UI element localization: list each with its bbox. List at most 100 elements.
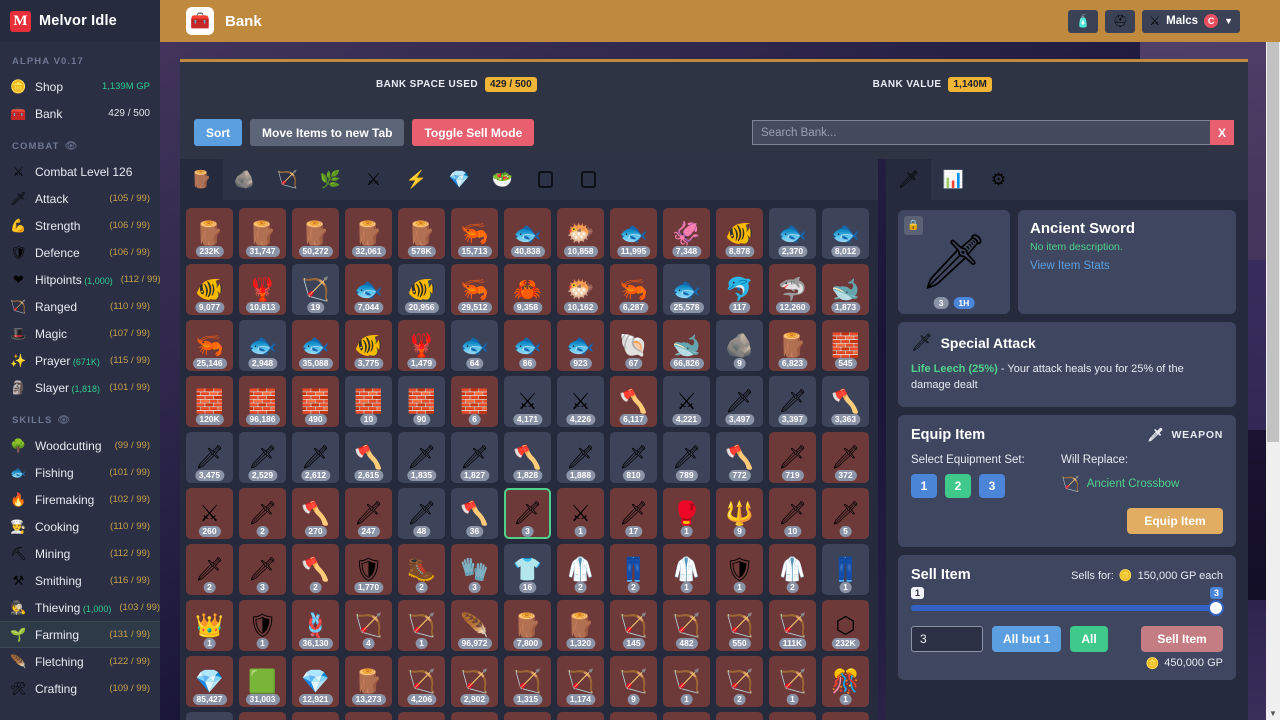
- bank-item-cell[interactable]: 🧱 6: [451, 376, 498, 427]
- bank-item-cell[interactable]: 🐟 923: [557, 320, 604, 371]
- bank-item-cell[interactable]: 🦐 29,512: [451, 264, 498, 315]
- bank-item-cell[interactable]: 👖 2: [610, 544, 657, 595]
- bank-item-cell[interactable]: 👕 16: [504, 544, 551, 595]
- equipment-set-2[interactable]: 2: [945, 473, 971, 498]
- bank-item-cell[interactable]: 🦞 10,813: [239, 264, 286, 315]
- bank-item-cell[interactable]: [186, 712, 233, 720]
- bank-item-cell[interactable]: 🛡 1: [716, 544, 763, 595]
- bank-item-cell[interactable]: 🐠 20,956: [398, 264, 445, 315]
- tab-ores[interactable]: 🪨: [223, 159, 266, 200]
- bank-item-cell[interactable]: 🥾 2: [398, 544, 445, 595]
- bank-item-cell[interactable]: 🦀 9,358: [504, 264, 551, 315]
- bank-item-cell[interactable]: 🧱 545: [822, 320, 869, 371]
- bank-item-cell[interactable]: 🪵 7,800: [504, 600, 551, 651]
- tab-food[interactable]: 🥗: [481, 159, 524, 200]
- bank-item-cell[interactable]: 🗡 789: [663, 432, 710, 483]
- bank-item-cell[interactable]: [610, 712, 657, 720]
- tab-empty-1[interactable]: [524, 159, 567, 200]
- bank-item-cell[interactable]: [398, 712, 445, 720]
- bank-item-cell[interactable]: 🐟 25,578: [663, 264, 710, 315]
- bank-item-cell[interactable]: [504, 712, 551, 720]
- bank-item-cell[interactable]: [822, 712, 869, 720]
- bank-item-cell[interactable]: 🗡 17: [610, 488, 657, 539]
- tab-stats[interactable]: 📊: [931, 159, 976, 200]
- all-button[interactable]: All: [1070, 625, 1108, 652]
- bank-item-cell[interactable]: 🪓 2: [292, 544, 339, 595]
- bank-item-cell[interactable]: [769, 712, 816, 720]
- sidebar-item-prayer[interactable]: ✨ Prayer (671K) (115 / 99): [0, 347, 160, 374]
- tab-empty-2[interactable]: [567, 159, 610, 200]
- view-item-stats-link[interactable]: View Item Stats: [1030, 260, 1224, 272]
- bank-item-cell[interactable]: 🛡 1,770: [345, 544, 392, 595]
- equipment-set-3[interactable]: 3: [979, 473, 1005, 498]
- clear-search-button[interactable]: X: [1210, 120, 1234, 145]
- bank-item-cell[interactable]: 🟩 31,003: [239, 656, 286, 707]
- bank-item-cell[interactable]: 🐚 67: [610, 320, 657, 371]
- bank-item-cell[interactable]: 🦐 15,713: [451, 208, 498, 259]
- sidebar-item-smithing[interactable]: ⚒ Smithing (116 / 99): [0, 567, 160, 594]
- bank-item-cell[interactable]: 🗡 3,475: [186, 432, 233, 483]
- sidebar-item-bank[interactable]: 🧰 Bank 429 / 500: [0, 100, 160, 127]
- tab-herbs[interactable]: 🌿: [309, 159, 352, 200]
- bank-item-cell[interactable]: 🥼 2: [557, 544, 604, 595]
- bank-item-cell[interactable]: 🐡 10,858: [557, 208, 604, 259]
- sidebar-item-magic[interactable]: 🎩 Magic (107 / 99): [0, 320, 160, 347]
- bank-item-cell[interactable]: [663, 712, 710, 720]
- bank-item-cell[interactable]: 🧱 490: [292, 376, 339, 427]
- bank-item-cell[interactable]: 💎 12,921: [292, 656, 339, 707]
- bank-item-cell[interactable]: 🪓 2,615: [345, 432, 392, 483]
- bank-item-cell[interactable]: 🪓 270: [292, 488, 339, 539]
- bank-item-cell[interactable]: 🗡 372: [822, 432, 869, 483]
- bank-item-cell[interactable]: 🐠 8,878: [716, 208, 763, 259]
- bank-item-cell[interactable]: 🔱 9: [716, 488, 763, 539]
- bank-item-cell[interactable]: 🪨 9: [716, 320, 763, 371]
- scroll-down-arrow-icon[interactable]: ▼: [1269, 709, 1277, 718]
- sidebar-item-slayer[interactable]: 🗿 Slayer (1,818) (101 / 99): [0, 374, 160, 401]
- bank-item-cell[interactable]: [716, 712, 763, 720]
- bank-item-cell[interactable]: 🥼 1: [663, 544, 710, 595]
- bank-item-cell[interactable]: 🐟 64: [451, 320, 498, 371]
- bank-item-cell[interactable]: 🐟 8,012: [822, 208, 869, 259]
- bank-item-cell[interactable]: ⬡ 232K: [822, 600, 869, 651]
- bank-item-cell[interactable]: 🪓 6,117: [610, 376, 657, 427]
- bank-item-cell[interactable]: 🐋 1,873: [822, 264, 869, 315]
- bank-item-cell[interactable]: [292, 712, 339, 720]
- user-menu-button[interactable]: ⚔ Malcs C ▼: [1142, 9, 1240, 33]
- bank-item-cell[interactable]: ⚔ 4,226: [557, 376, 604, 427]
- tab-item[interactable]: 🗡: [886, 159, 931, 200]
- bank-item-cell[interactable]: 🏹 1,315: [504, 656, 551, 707]
- bank-item-cell[interactable]: 🗡 1,827: [451, 432, 498, 483]
- bank-item-cell[interactable]: 🛡 1: [239, 600, 286, 651]
- sidebar-item-woodcutting[interactable]: 🌳 Woodcutting (99 / 99): [0, 432, 160, 459]
- bank-item-cell[interactable]: 🏹 4,206: [398, 656, 445, 707]
- bank-item-cell[interactable]: 🏹 145: [610, 600, 657, 651]
- toggle-sell-mode-button[interactable]: Toggle Sell Mode: [412, 119, 535, 146]
- bank-item-cell[interactable]: 🏹 1: [663, 656, 710, 707]
- sidebar-item-attack[interactable]: 🗡 Attack (105 / 99): [0, 185, 160, 212]
- sell-quantity-input[interactable]: [911, 625, 983, 652]
- tab-runes[interactable]: ⚡: [395, 159, 438, 200]
- bank-item-cell[interactable]: 🪢 36,130: [292, 600, 339, 651]
- bank-item-cell[interactable]: 🏹 4: [345, 600, 392, 651]
- bank-item-cell[interactable]: 🪓 36: [451, 488, 498, 539]
- bank-item-cell[interactable]: 🗡 3,497: [716, 376, 763, 427]
- bank-item-cell[interactable]: 🧤 3: [451, 544, 498, 595]
- tab-bows[interactable]: 🏹: [266, 159, 309, 200]
- bank-item-cell[interactable]: 🗡 719: [769, 432, 816, 483]
- bank-item-cell[interactable]: 🏹 19: [292, 264, 339, 315]
- bank-item-cell[interactable]: 🧱 120K: [186, 376, 233, 427]
- all-but-one-button[interactable]: All but 1: [992, 625, 1062, 652]
- bank-item-cell[interactable]: 🦞 1,479: [398, 320, 445, 371]
- sort-button[interactable]: Sort: [194, 119, 242, 146]
- bank-item-cell[interactable]: 🏹 9: [610, 656, 657, 707]
- bank-item-cell[interactable]: 🎊 1: [822, 656, 869, 707]
- bank-item-cell[interactable]: 🦈 12,260: [769, 264, 816, 315]
- bank-item-cell[interactable]: 🗡 3: [239, 544, 286, 595]
- bank-item-cell[interactable]: 🪵 1,320: [557, 600, 604, 651]
- eye-icon[interactable]: 👁: [65, 141, 79, 152]
- bank-item-cell[interactable]: 🦑 7,348: [663, 208, 710, 259]
- bank-item-cell[interactable]: 🏹 1: [398, 600, 445, 651]
- bank-item-cell[interactable]: 🐠 9,077: [186, 264, 233, 315]
- bank-item-cell[interactable]: 🪵 31,747: [239, 208, 286, 259]
- bank-item-cell[interactable]: 🪵 50,272: [292, 208, 339, 259]
